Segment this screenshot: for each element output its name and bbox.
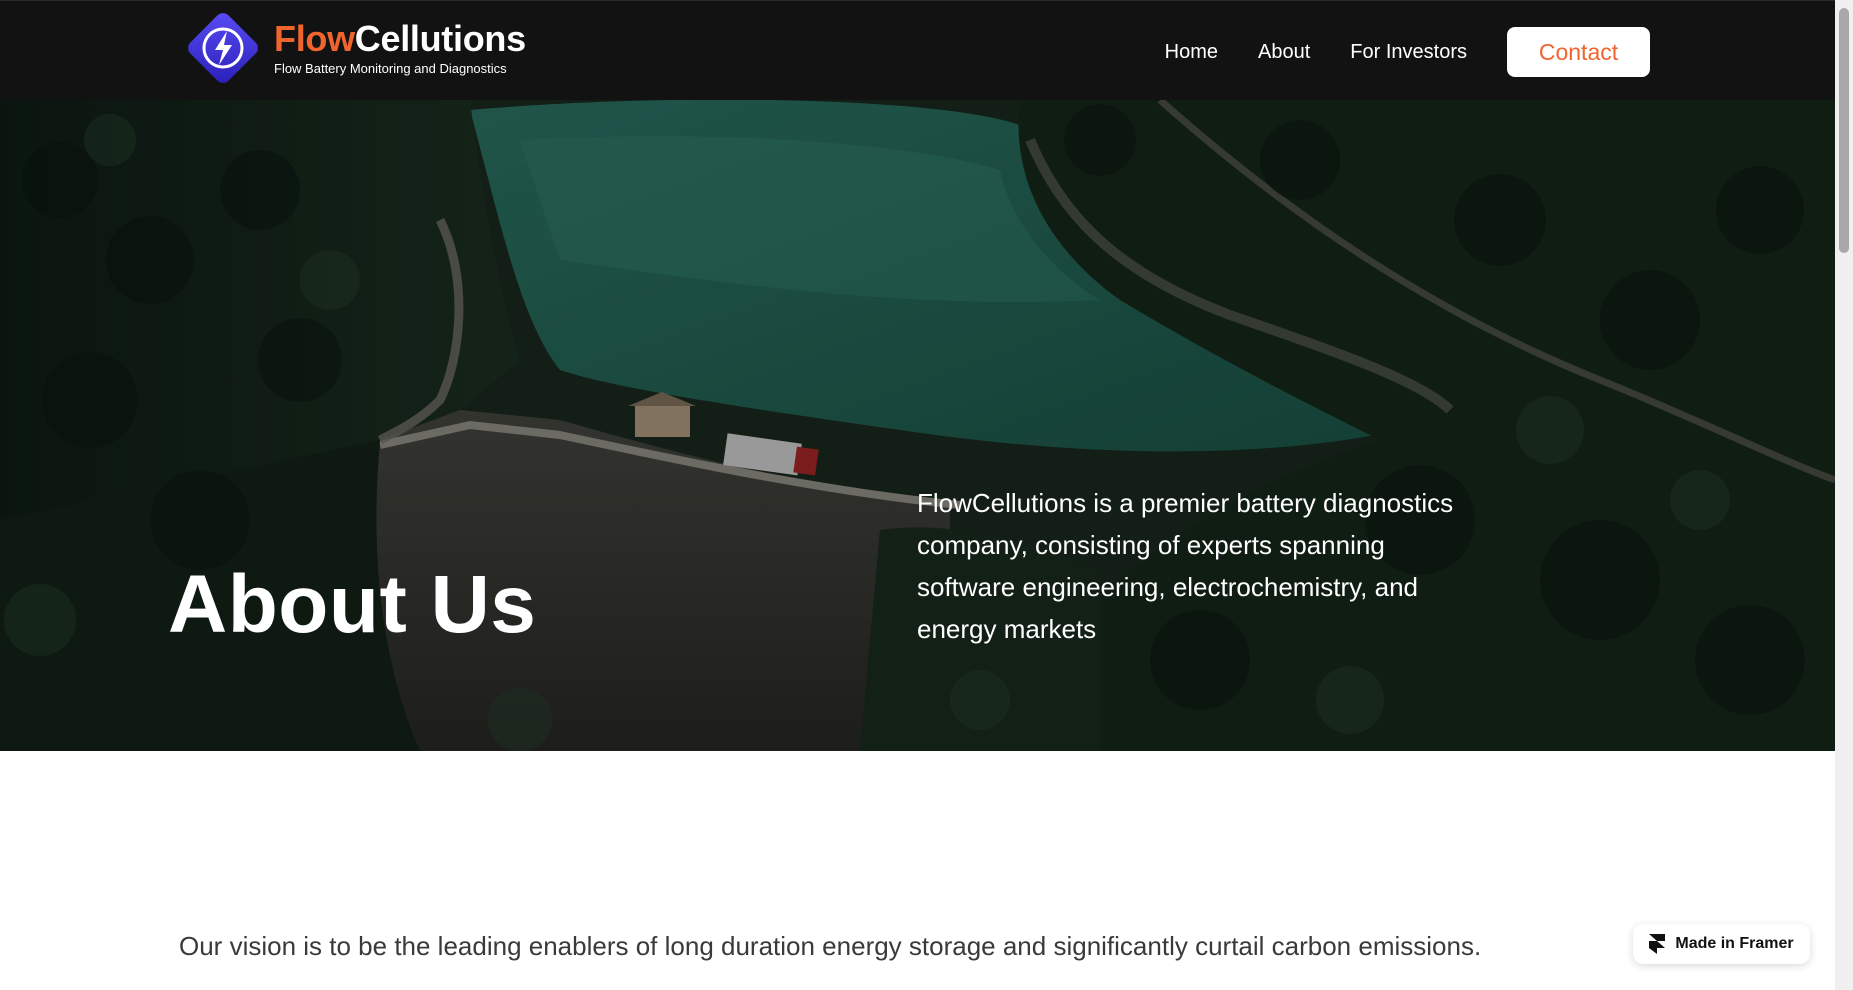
- nav-home-link[interactable]: Home: [1165, 27, 1218, 77]
- hero-description: FlowCellutions is a premier battery diag…: [917, 488, 1454, 644]
- framer-logo-icon: [1649, 934, 1666, 954]
- scrollbar-thumb[interactable]: [1839, 8, 1849, 253]
- nav-about-link[interactable]: About: [1258, 27, 1310, 77]
- main-nav: Home About For Investors Contact: [1165, 27, 1650, 77]
- page: FlowCellutions Flow Battery Monitoring a…: [0, 0, 1853, 990]
- contact-button[interactable]: Contact: [1507, 27, 1650, 77]
- nav-investors-link[interactable]: For Investors: [1350, 27, 1467, 77]
- logo[interactable]: FlowCellutions Flow Battery Monitoring a…: [180, 5, 526, 91]
- site-header: FlowCellutions Flow Battery Monitoring a…: [0, 0, 1835, 100]
- logo-title-cellutions: Cellutions: [354, 18, 526, 59]
- page-scrollbar[interactable]: [1835, 0, 1853, 990]
- logo-title: FlowCellutions: [274, 19, 526, 59]
- page-title: About Us: [168, 559, 537, 650]
- hero-overlay: [0, 100, 1835, 751]
- made-in-framer-label: Made in Framer: [1675, 935, 1794, 952]
- made-in-framer-badge[interactable]: Made in Framer: [1633, 924, 1810, 964]
- vision-statement: Our vision is to be the leading enablers…: [179, 931, 1482, 961]
- logo-title-flow: Flow: [274, 18, 355, 59]
- logo-subtitle: Flow Battery Monitoring and Diagnostics: [274, 61, 507, 76]
- lightning-bolt-diamond-icon: [188, 13, 258, 83]
- hero-section: About Us FlowCellutions is a premier bat…: [0, 100, 1835, 751]
